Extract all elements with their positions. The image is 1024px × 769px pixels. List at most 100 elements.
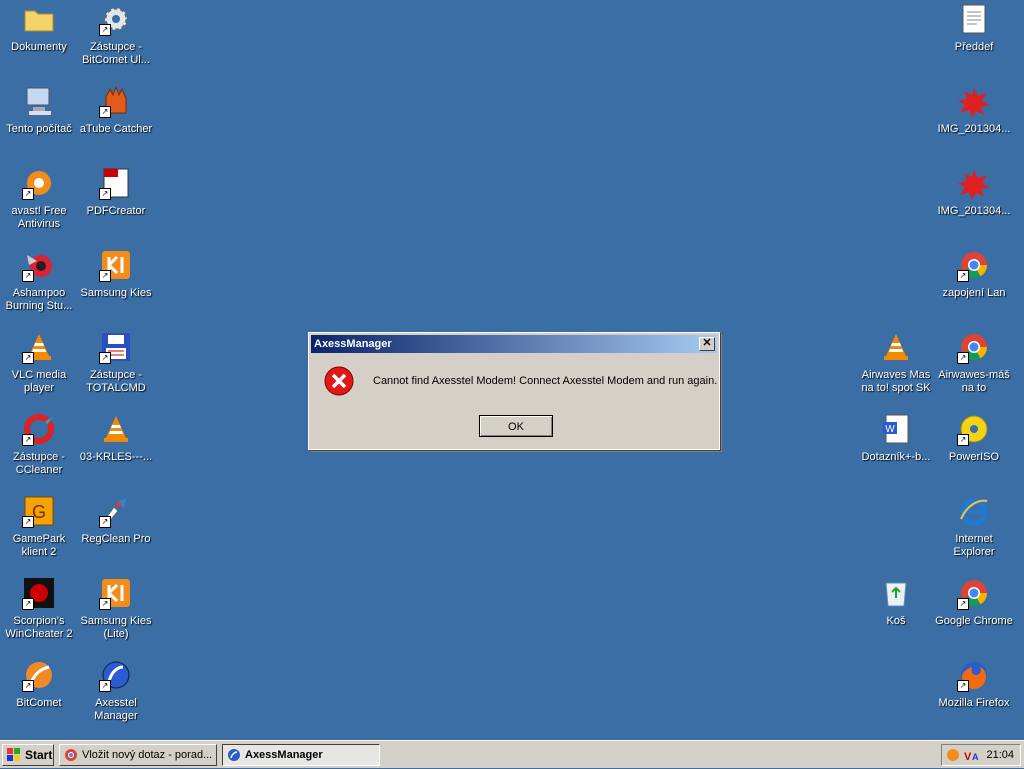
dialog-titlebar[interactable]: AxessManager ✕ xyxy=(311,335,717,353)
svg-text:W: W xyxy=(885,424,895,435)
kies-icon: ↗ xyxy=(99,248,133,282)
error-dialog: AxessManager ✕ Cannot find Axesstel Mode… xyxy=(308,332,720,450)
icon-label: Zástupce - BitComet Ul... xyxy=(82,41,150,66)
desktop-icon-preddef[interactable]: Předdef xyxy=(935,2,1013,54)
system-tray: VA 21:04 xyxy=(941,744,1021,766)
desktop-icon-kos[interactable]: Koš xyxy=(857,576,935,628)
chrome-icon: ↗ xyxy=(957,330,991,364)
computer-icon xyxy=(22,84,56,118)
chrome-icon xyxy=(64,748,78,762)
desktop-icon-airwawes-mas-na-to[interactable]: ↗ Airwawes-máš na to xyxy=(935,330,1013,395)
icon-label: Mozilla Firefox xyxy=(938,697,1010,709)
desktop-icon-dotaznik[interactable]: W Dotazník+-b... xyxy=(857,412,935,464)
avast-icon: ↗ xyxy=(22,166,56,200)
desktop-icon-samsung-kies[interactable]: ↗ Samsung Kies xyxy=(77,248,155,300)
icon-label: VLC media player xyxy=(11,369,67,394)
desktop-icon-pdfcreator[interactable]: ↗ PDFCreator xyxy=(77,166,155,218)
bitcomet-icon: ↗ xyxy=(22,658,56,692)
desktop-icon-mozilla-firefox[interactable]: ↗ Mozilla Firefox xyxy=(935,658,1013,710)
icon-label: BitComet xyxy=(16,697,62,709)
desktop-icon-regclean[interactable]: ↗ RegClean Pro xyxy=(77,494,155,546)
icon-label: IMG_201304... xyxy=(937,123,1011,135)
icon-label: Zástupce - CCleaner xyxy=(13,451,65,476)
vlc-cone-icon xyxy=(879,330,913,364)
axesstel-icon: ↗ xyxy=(99,658,133,692)
dialog-close-button[interactable]: ✕ xyxy=(699,337,715,351)
desktop-icon-avast[interactable]: ↗ avast! Free Antivirus xyxy=(0,166,78,231)
chrome-icon: ↗ xyxy=(957,248,991,282)
desktop-icon-totalcmd[interactable]: ↗ Zástupce - TOTALCMD xyxy=(77,330,155,395)
icon-label: PDFCreator xyxy=(86,205,146,217)
icon-label: zapojení Lan xyxy=(942,287,1006,299)
firefox-icon: ↗ xyxy=(957,658,991,692)
image-splat-icon xyxy=(957,166,991,200)
desktop-icon-samsung-kies-lite[interactable]: ↗ Samsung Kies (Lite) xyxy=(77,576,155,641)
desktop-icon-ccleaner[interactable]: ↗ Zástupce - CCleaner xyxy=(0,412,78,477)
svg-text:A: A xyxy=(972,752,979,762)
icon-label: Axesstel Manager xyxy=(94,697,138,722)
icon-label: Ashampoo Burning Stu... xyxy=(5,287,73,312)
icon-label: GamePark klient 2 xyxy=(12,533,66,558)
icon-label: IMG_201304... xyxy=(937,205,1011,217)
ashampoo-icon: ↗ xyxy=(22,248,56,282)
image-splat-icon xyxy=(957,84,991,118)
regclean-icon: ↗ xyxy=(99,494,133,528)
icon-label: Dokumenty xyxy=(11,41,67,53)
desktop-icon-wincheater[interactable]: ↗ Scorpion's WinCheater 2 xyxy=(0,576,78,641)
scorpion-icon: ↗ xyxy=(22,576,56,610)
internet-explorer-icon xyxy=(957,494,991,528)
desktop-icon-img-1[interactable]: IMG_201304... xyxy=(935,84,1013,136)
icon-label: Airwaves Mas na to! spot SK xyxy=(861,369,931,394)
desktop-icon-bitcomet[interactable]: ↗ BitComet xyxy=(0,658,78,710)
desktop-icon-google-chrome[interactable]: ↗ Google Chrome xyxy=(935,576,1013,628)
desktop-icon-dokumenty[interactable]: Dokumenty xyxy=(0,2,78,54)
taskbar-item-axessmanager[interactable]: AxessManager xyxy=(222,744,380,766)
icon-label: Scorpion's WinCheater 2 xyxy=(5,615,73,640)
vlc-cone-icon xyxy=(99,412,133,446)
desktop-icon-atube-catcher[interactable]: ↗ aTube Catcher xyxy=(77,84,155,136)
tray-va-icon[interactable]: VA xyxy=(964,748,980,769)
svg-text:V: V xyxy=(964,751,972,762)
gear-icon: ↗ xyxy=(99,2,133,36)
dialog-title: AxessManager xyxy=(314,338,392,350)
desktop-icon-krles[interactable]: 03-KRLES---... xyxy=(77,412,155,464)
floppy-disk-icon: ↗ xyxy=(99,330,133,364)
taskbar-item-chrome[interactable]: Vložit nový dotaz - porad... xyxy=(59,744,217,766)
pdf-icon: ↗ xyxy=(99,166,133,200)
icon-label: avast! Free Antivirus xyxy=(11,205,67,230)
desktop-icon-gamepark[interactable]: G ↗ GamePark klient 2 xyxy=(0,494,78,559)
chrome-icon: ↗ xyxy=(957,576,991,610)
icon-label: Internet Explorer xyxy=(953,533,995,558)
word-document-icon: W xyxy=(879,412,913,446)
icon-label: Samsung Kies xyxy=(80,287,152,299)
kies-lite-icon: ↗ xyxy=(99,576,133,610)
vlc-cone-icon: ↗ xyxy=(22,330,56,364)
desktop-icon-zapojeni-lan[interactable]: ↗ zapojení Lan xyxy=(935,248,1013,300)
desktop-icon-internet-explorer[interactable]: Internet Explorer xyxy=(935,494,1013,559)
desktop-icon-axesstel-manager[interactable]: ↗ Axesstel Manager xyxy=(77,658,155,723)
tray-app-icon[interactable] xyxy=(946,748,960,769)
folder-icon xyxy=(22,2,56,36)
desktop-icon-bitcomet-shortcut[interactable]: ↗ Zástupce - BitComet Ul... xyxy=(77,2,155,67)
desktop-icon-ashampoo[interactable]: ↗ Ashampoo Burning Stu... xyxy=(0,248,78,313)
desktop-icon-airwaves-spot[interactable]: Airwaves Mas na to! spot SK xyxy=(857,330,935,395)
error-icon xyxy=(323,365,355,397)
start-button[interactable]: Start xyxy=(2,744,54,766)
document-icon xyxy=(957,2,991,36)
taskbar-item-label: Vložit nový dotaz - porad... xyxy=(82,749,213,761)
clock[interactable]: 21:04 xyxy=(986,749,1014,761)
icon-label: RegClean Pro xyxy=(81,533,151,545)
ok-button[interactable]: OK xyxy=(479,415,553,437)
ccleaner-icon: ↗ xyxy=(22,412,56,446)
desktop-icon-tento-pocitac[interactable]: Tento počítač xyxy=(0,84,78,136)
desktop-icon-vlc[interactable]: ↗ VLC media player xyxy=(0,330,78,395)
icon-label: 03-KRLES---... xyxy=(79,451,153,463)
axesstel-icon xyxy=(227,748,241,762)
icon-label: Google Chrome xyxy=(935,615,1013,627)
desktop-icon-img-2[interactable]: IMG_201304... xyxy=(935,166,1013,218)
windows-logo-icon xyxy=(7,748,21,762)
icon-label: Tento počítač xyxy=(6,123,72,135)
gamepark-icon: G ↗ xyxy=(22,494,56,528)
desktop-icon-poweriso[interactable]: ↗ PowerISO xyxy=(935,412,1013,464)
icon-label: Zástupce - TOTALCMD xyxy=(86,369,146,394)
